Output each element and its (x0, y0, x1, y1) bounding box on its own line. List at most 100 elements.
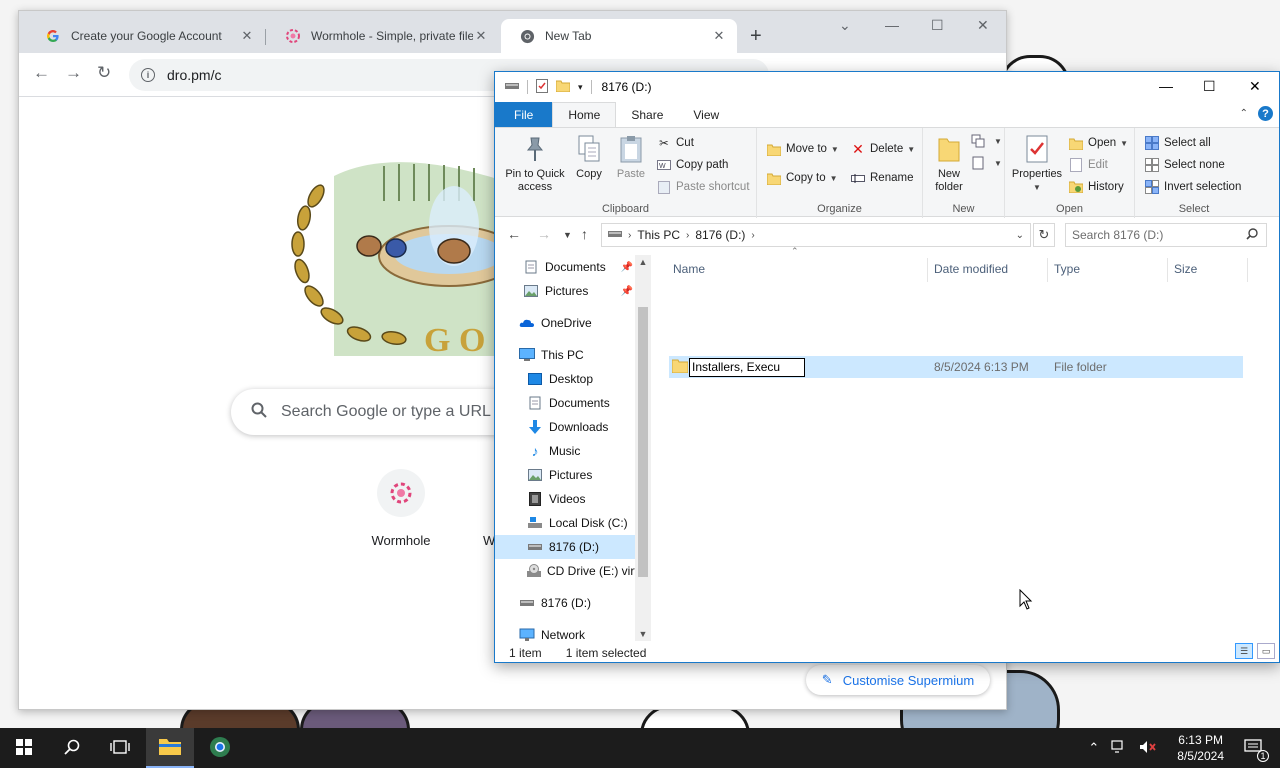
nav-item-local-disk-c[interactable]: Local Disk (C:) (495, 511, 635, 535)
nav-item-music[interactable]: ♪ Music (495, 439, 635, 463)
nav-item-network[interactable]: Network (495, 623, 635, 641)
nav-item-drive-d[interactable]: 8176 (D:) (495, 535, 635, 559)
nav-item-this-pc[interactable]: This PC (495, 343, 635, 367)
nav-item-pictures-pinned[interactable]: Pictures 📌 (495, 279, 635, 303)
invert-selection-button[interactable]: Invert selection (1145, 180, 1241, 194)
nav-item-videos[interactable]: Videos (495, 487, 635, 511)
column-header-name[interactable]: Name (673, 262, 705, 276)
show-hidden-icons-icon[interactable]: ⌃ (1088, 740, 1099, 756)
file-row[interactable]: Installers, Execu 8/5/2024 6:13 PM File … (669, 356, 1243, 378)
new-item-button[interactable]: ▼ (971, 134, 1002, 148)
maximize-icon[interactable]: ☐ (1203, 78, 1216, 95)
google-doodle[interactable]: G O (274, 156, 524, 366)
history-button[interactable]: History (1069, 180, 1124, 194)
maximize-icon[interactable]: ☐ (931, 17, 944, 34)
ribbon-tab-file[interactable]: File (495, 102, 553, 127)
pin-to-quick-access-button[interactable]: Pin to Quick access (503, 134, 567, 194)
delete-button[interactable]: ✕ Delete ▼ (851, 141, 915, 157)
forward-icon[interactable]: → (537, 226, 551, 242)
rename-button[interactable]: Rename (851, 171, 913, 185)
breadcrumb-this-pc[interactable]: This PC (637, 228, 680, 242)
nav-item-drive-d-root[interactable]: 8176 (D:) (495, 591, 635, 615)
properties-qa-icon[interactable] (536, 78, 548, 96)
site-info-icon[interactable]: i (141, 68, 155, 82)
back-icon[interactable]: ← (33, 63, 50, 83)
start-button[interactable] (0, 728, 48, 768)
help-icon[interactable]: ? (1258, 106, 1273, 121)
scroll-thumb[interactable] (638, 307, 648, 577)
nav-item-pictures[interactable]: Pictures (495, 463, 635, 487)
taskbar-file-explorer[interactable] (146, 728, 194, 768)
taskbar-browser[interactable] (196, 728, 244, 768)
open-button[interactable]: Open ▼ (1069, 136, 1128, 150)
minimize-icon[interactable]: — (885, 17, 899, 33)
properties-button[interactable]: Properties ▼ (1011, 134, 1063, 194)
tab-wormhole[interactable]: Wormhole - Simple, private file ✕ (267, 19, 499, 53)
scroll-down-icon[interactable]: ▼ (635, 629, 651, 639)
nav-item-onedrive[interactable]: OneDrive (495, 311, 635, 335)
address-bar[interactable]: › This PC › 8176 (D:) › ⌄ (601, 223, 1031, 247)
search-button[interactable] (48, 728, 96, 768)
up-icon[interactable]: ↑ (581, 226, 588, 242)
tab-google-account[interactable]: Create your Google Account ✕ (27, 19, 265, 53)
column-header-date-modified[interactable]: Date modified (934, 262, 1008, 276)
breadcrumb-drive[interactable]: 8176 (D:) (695, 228, 745, 242)
close-window-icon[interactable]: ✕ (977, 17, 989, 34)
volume-muted-icon[interactable] (1139, 740, 1157, 757)
tab-search-icon[interactable]: ⌄ (839, 17, 851, 34)
refresh-icon[interactable]: ↻ (1033, 223, 1055, 247)
new-folder-qa-icon[interactable] (555, 80, 571, 95)
address-dropdown-icon[interactable]: ⌄ (1016, 230, 1024, 241)
collapse-ribbon-icon[interactable]: ⌃ (1240, 108, 1248, 119)
reload-icon[interactable]: ↻ (97, 63, 111, 83)
close-tab-icon[interactable]: ✕ (711, 28, 727, 44)
copy-path-button[interactable]: W Copy path (657, 158, 728, 172)
details-view-icon[interactable]: ☰ (1235, 643, 1253, 659)
tab-new-tab[interactable]: New Tab ✕ (501, 19, 737, 53)
network-icon[interactable] (1111, 739, 1127, 757)
move-to-button[interactable]: Move to ▼ (767, 142, 839, 156)
forward-icon[interactable]: → (65, 63, 82, 83)
close-tab-icon[interactable]: ✕ (473, 28, 489, 44)
close-window-icon[interactable]: ✕ (1249, 78, 1261, 95)
back-icon[interactable]: ← (507, 226, 521, 242)
new-tab-button[interactable]: + (750, 25, 762, 48)
customize-qa-icon[interactable]: ▾ (578, 82, 583, 93)
recent-locations-icon[interactable]: ▼ (563, 230, 572, 240)
customise-button[interactable]: ✎ Customise Supermium (806, 665, 990, 695)
copy-to-button[interactable]: Copy to ▼ (767, 171, 838, 185)
close-tab-icon[interactable]: ✕ (239, 28, 255, 44)
cut-button[interactable]: ✂ Cut (657, 136, 694, 150)
new-folder-button[interactable]: New folder (929, 134, 969, 194)
ribbon-tab-share[interactable]: Share (616, 102, 678, 127)
nav-item-documents[interactable]: Documents (495, 391, 635, 415)
scroll-up-icon[interactable]: ▲ (635, 257, 651, 267)
task-view-button[interactable] (96, 728, 144, 768)
paste-button[interactable]: Paste (613, 134, 649, 181)
search-input[interactable]: Search 8176 (D:) (1065, 223, 1267, 247)
nav-scrollbar[interactable]: ▲ ▼ (635, 255, 651, 641)
select-all-button[interactable]: Select all (1145, 136, 1211, 150)
shortcut-wormhole[interactable]: Wormhole (351, 469, 451, 548)
select-none-button[interactable]: Select none (1145, 158, 1225, 172)
copy-button[interactable]: Copy (571, 134, 607, 181)
nav-item-documents-pinned[interactable]: Documents 📌 (495, 255, 635, 279)
nav-item-downloads[interactable]: Downloads (495, 415, 635, 439)
easy-access-button[interactable]: ▼ (971, 156, 1002, 170)
notifications-icon[interactable]: 1 (1244, 738, 1269, 762)
breadcrumb-chevron-icon[interactable]: › (628, 230, 631, 241)
ribbon-tab-home[interactable]: Home (552, 102, 617, 127)
breadcrumb-chevron-icon[interactable]: › (686, 230, 689, 241)
rename-input[interactable]: Installers, Execu (689, 358, 805, 377)
ribbon-tab-view[interactable]: View (678, 102, 734, 127)
column-header-size[interactable]: Size (1174, 262, 1197, 276)
clock[interactable]: 6:13 PM 8/5/2024 (1177, 732, 1224, 764)
breadcrumb-chevron-icon[interactable]: › (751, 230, 754, 241)
edit-button[interactable]: Edit (1069, 158, 1108, 172)
large-icons-view-icon[interactable]: ▭ (1257, 643, 1275, 659)
nav-item-cd-drive-e[interactable]: CD Drive (E:) virt (495, 559, 638, 583)
minimize-icon[interactable]: — (1159, 78, 1173, 94)
nav-item-desktop[interactable]: Desktop (495, 367, 635, 391)
column-header-type[interactable]: Type (1054, 262, 1080, 276)
paste-shortcut-button[interactable]: Paste shortcut (657, 180, 750, 194)
